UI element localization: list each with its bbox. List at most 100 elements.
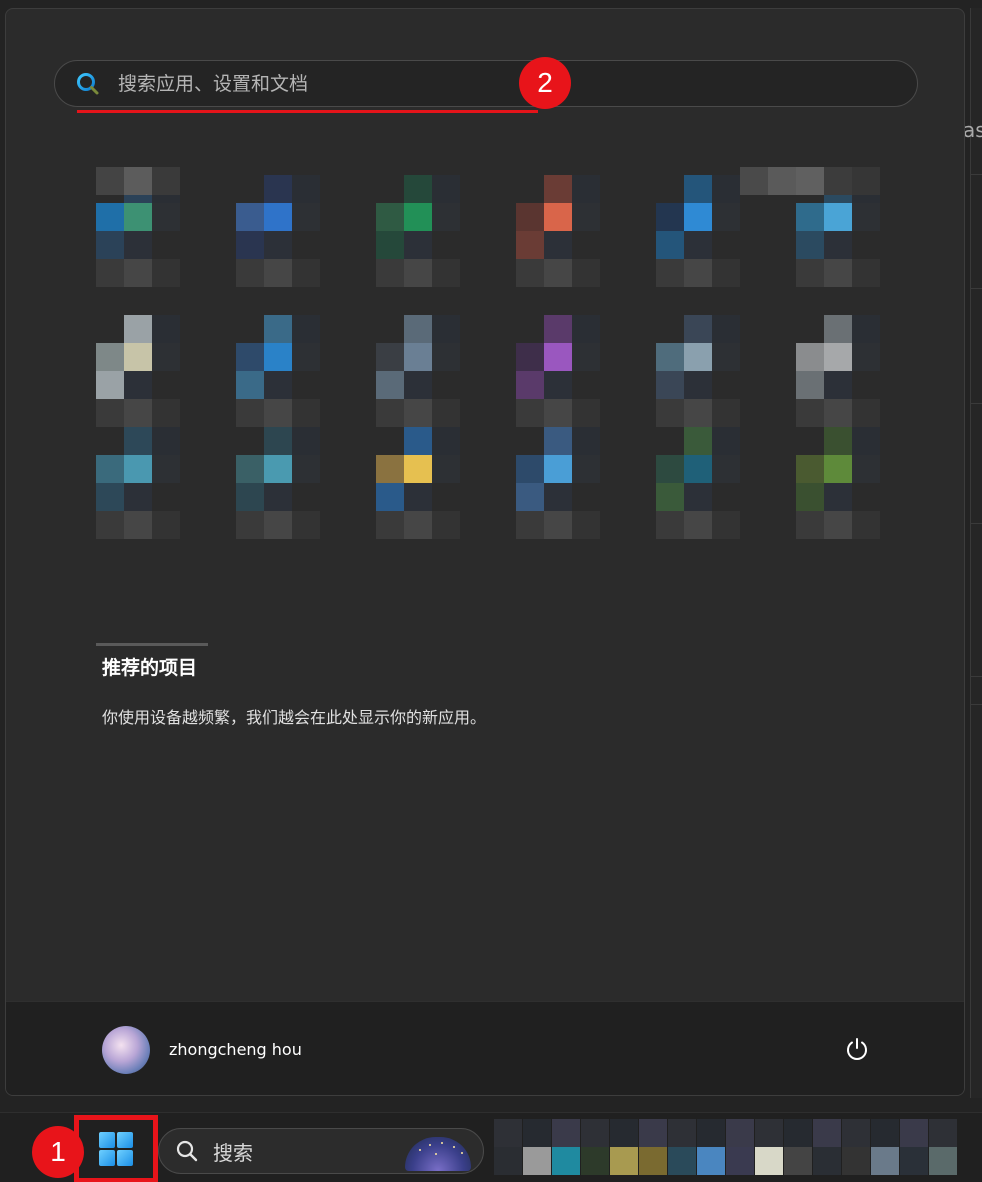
background-window: as <box>963 8 982 1098</box>
pinned-app-icon-tile <box>852 315 880 343</box>
pinned-app-icon-tile <box>152 511 180 539</box>
start-search-box[interactable] <box>54 60 918 107</box>
taskbar-app-icon-tile[interactable] <box>668 1147 696 1175</box>
pinned-app-icon-tile <box>852 399 880 427</box>
pinned-app-icon-tile <box>796 203 824 231</box>
user-avatar[interactable] <box>102 1026 150 1074</box>
pinned-app-icon-tile <box>152 455 180 483</box>
pinned-app-icon-tile <box>712 455 740 483</box>
pinned-app-icon-tile <box>292 315 320 343</box>
pinned-app-icon-tile <box>572 315 600 343</box>
pinned-app-icon-tile <box>124 483 152 511</box>
pinned-app-icon-tile <box>544 259 572 287</box>
recommended-title: 推荐的项目 <box>102 657 198 679</box>
recommended-divider <box>96 643 208 646</box>
taskbar-app-icon-tile[interactable] <box>842 1147 870 1175</box>
taskbar-app-icon-tile[interactable] <box>784 1147 812 1175</box>
pinned-app-icon-tile <box>684 427 712 455</box>
taskbar-search-box[interactable]: 搜索 <box>158 1128 484 1174</box>
pinned-app-icon-tile <box>712 427 740 455</box>
search-icon <box>75 71 101 97</box>
pinned-app-icon-tile <box>712 343 740 371</box>
pinned-app-icon-tile <box>824 167 852 195</box>
pinned-app-icon-tile <box>404 231 432 259</box>
pinned-app-icon-tile <box>292 203 320 231</box>
taskbar-app-icon-tile[interactable] <box>900 1147 928 1175</box>
search-icon <box>176 1140 198 1162</box>
pinned-app-icon-tile <box>376 511 404 539</box>
start-button[interactable] <box>74 1115 158 1182</box>
pinned-app-icon-tile <box>264 259 292 287</box>
pinned-app-icon-tile <box>404 371 432 399</box>
pinned-app-icon-tile <box>236 231 264 259</box>
taskbar-app-icon-tile <box>494 1119 522 1147</box>
taskbar-app-icon-tile[interactable] <box>552 1147 580 1175</box>
pinned-app-icon-tile <box>656 343 684 371</box>
pinned-app-icon-tile <box>656 203 684 231</box>
taskbar-app-icon-tile[interactable] <box>726 1147 754 1175</box>
pinned-app-icon-tile <box>516 203 544 231</box>
taskbar-app-icon-tile[interactable] <box>610 1147 638 1175</box>
pinned-app-icon-tile <box>712 511 740 539</box>
pinned-app-icon-tile <box>236 399 264 427</box>
pinned-app-icon-tile <box>264 483 292 511</box>
pinned-app-icon-tile <box>544 315 572 343</box>
pinned-app-icon-tile <box>824 427 852 455</box>
pinned-app-icon-tile <box>824 399 852 427</box>
pinned-app-icon-tile <box>656 455 684 483</box>
taskbar-app-icon-tile[interactable] <box>813 1147 841 1175</box>
taskbar-app-icon-tile[interactable] <box>871 1147 899 1175</box>
recommended-description: 你使用设备越频繁，我们越会在此处显示你的新应用。 <box>102 708 487 727</box>
taskbar-app-icon-tile[interactable] <box>523 1147 551 1175</box>
taskbar-app-icon-tile[interactable] <box>929 1147 957 1175</box>
pinned-app-icon-tile <box>656 483 684 511</box>
pinned-app-icon-tile <box>796 371 824 399</box>
pinned-app-icon-tile <box>544 483 572 511</box>
taskbar-app-icon-tile[interactable] <box>697 1147 725 1175</box>
pinned-app-icon-tile <box>824 343 852 371</box>
power-icon[interactable] <box>844 1036 870 1062</box>
pinned-app-icon-tile <box>656 399 684 427</box>
pinned-app-icon-tile <box>544 399 572 427</box>
pinned-app-icon-tile <box>152 167 180 195</box>
pinned-app-icon-tile <box>152 343 180 371</box>
pinned-app-icon-tile <box>404 315 432 343</box>
pinned-app-icon-tile <box>264 427 292 455</box>
pinned-app-icon-tile <box>432 343 460 371</box>
taskbar-app-icon-tile[interactable] <box>639 1147 667 1175</box>
pinned-app-icon-tile <box>796 167 824 195</box>
pinned-app-icon-tile <box>796 343 824 371</box>
pinned-app-icon-tile <box>292 427 320 455</box>
pinned-app-icon-tile <box>404 427 432 455</box>
pinned-app-icon-tile <box>96 511 124 539</box>
desktop: as 2 推荐的项目 你使用设备越频繁，我们越会在此处显示你的新应用。 zhon… <box>0 0 982 1182</box>
pinned-app-icon-tile <box>236 259 264 287</box>
taskbar-app-icon-tile[interactable] <box>494 1147 522 1175</box>
pinned-app-icon-tile <box>796 455 824 483</box>
pinned-app-icon-tile <box>432 175 460 203</box>
taskbar-search-label: 搜索 <box>213 1140 253 1165</box>
taskbar-app-icon-tile <box>639 1119 667 1147</box>
pinned-app-icon-tile <box>124 371 152 399</box>
pinned-app-icon-tile <box>96 203 124 231</box>
pinned-app-icon-tile <box>432 455 460 483</box>
pinned-app-icon-tile <box>852 455 880 483</box>
search-input[interactable] <box>118 72 718 95</box>
pinned-app-icon-tile <box>572 427 600 455</box>
pinned-app-icon-tile <box>572 175 600 203</box>
pinned-app-icon-tile <box>124 203 152 231</box>
pinned-app-icon-tile <box>124 343 152 371</box>
pinned-app-icon-tile <box>544 455 572 483</box>
taskbar-app-icon-tile[interactable] <box>581 1147 609 1175</box>
taskbar-app-icon-tile <box>871 1119 899 1147</box>
pinned-app-icon-tile <box>432 511 460 539</box>
pinned-app-icon-tile <box>376 259 404 287</box>
taskbar-app-icon-tile[interactable] <box>755 1147 783 1175</box>
pinned-app-icon-tile <box>264 203 292 231</box>
pinned-app-icon-tile <box>796 483 824 511</box>
pinned-app-icon-tile <box>292 511 320 539</box>
pinned-app-icon-tile <box>824 203 852 231</box>
pinned-app-icon-tile <box>684 259 712 287</box>
pinned-app-icon-tile <box>516 399 544 427</box>
user-name[interactable]: zhongcheng hou <box>169 1040 302 1059</box>
